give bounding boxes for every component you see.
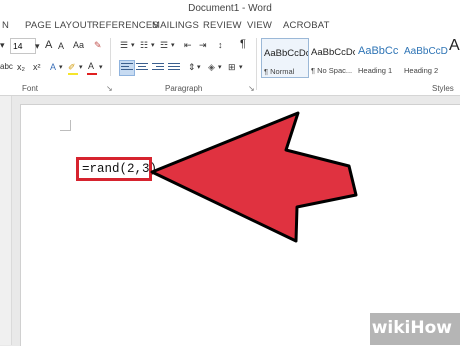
- annotation-arrow-icon: [150, 111, 358, 243]
- annotation-arrow: [150, 111, 358, 243]
- wikihow-watermark: wikiHow: [370, 313, 460, 345]
- watermark-text: wikiHow: [371, 318, 452, 338]
